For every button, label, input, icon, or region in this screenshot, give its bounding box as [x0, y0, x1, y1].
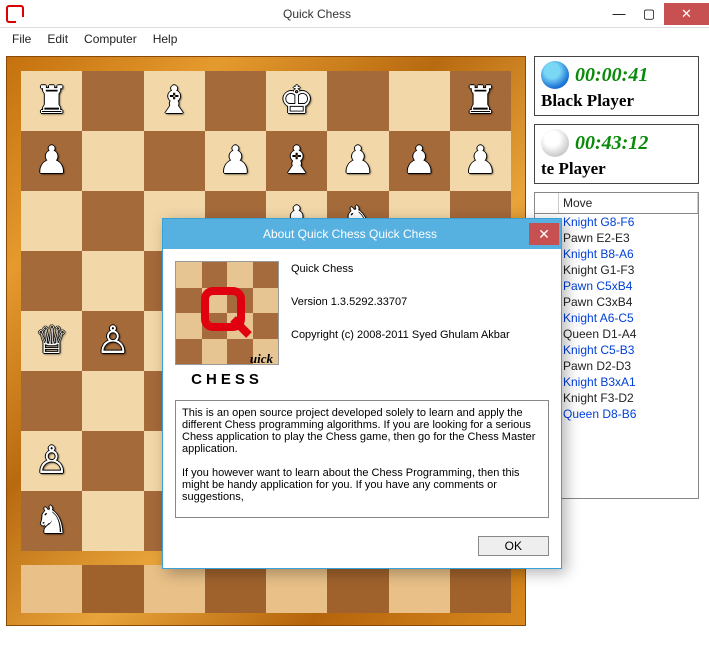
dialog-close-button[interactable]: ✕ [529, 223, 559, 245]
move-text: Knight C5-B3 [563, 343, 634, 357]
square-0-6[interactable] [389, 71, 450, 131]
square-0-2[interactable]: ♝ [144, 71, 205, 131]
move-text: Queen D1-A4 [563, 327, 636, 341]
black-player-name: Black Player [541, 91, 692, 111]
square-4-1[interactable]: ♙ [82, 311, 143, 371]
square-1-3[interactable]: ♟ [205, 131, 266, 191]
window-title: Quick Chess [30, 7, 604, 21]
piece[interactable]: ♜ [463, 82, 497, 120]
moves-header-move: Move [559, 193, 698, 213]
square-1-6[interactable]: ♟ [389, 131, 450, 191]
dialog-description[interactable]: This is an open source project developed… [175, 400, 549, 518]
piece[interactable]: ♚ [280, 82, 314, 120]
white-player-icon [541, 129, 569, 157]
white-time: 00:43:12 [575, 132, 648, 155]
minimize-button[interactable]: — [604, 3, 634, 25]
square-2-1[interactable] [82, 191, 143, 251]
square-7-0[interactable]: ♞ [21, 491, 82, 551]
square-3-0[interactable] [21, 251, 82, 311]
white-clock: 00:43:12 te Player [534, 124, 699, 184]
square-0-0[interactable]: ♜ [21, 71, 82, 131]
wood-strip [21, 565, 511, 613]
workspace: ♜♝♚♜♟♟♝♟♟♟♟♞♕♙♙♙♙♘♙♙♙♞♗♔♗♖ 00:00:41 Blac… [0, 50, 709, 650]
dialog-logo: uick CHESS [175, 261, 279, 388]
piece[interactable]: ♙ [35, 442, 69, 480]
dialog-footer: OK [163, 530, 561, 568]
logo-q-icon [175, 261, 279, 365]
window-buttons: — ▢ ✕ [604, 3, 709, 25]
square-1-7[interactable]: ♟ [450, 131, 511, 191]
close-button[interactable]: ✕ [664, 3, 709, 25]
app-icon [6, 5, 24, 23]
menu-computer[interactable]: Computer [76, 30, 145, 48]
square-0-3[interactable] [205, 71, 266, 131]
square-5-1[interactable] [82, 371, 143, 431]
dialog-copyright: Copyright (c) 2008-2011 Syed Ghulam Akba… [291, 327, 549, 344]
piece[interactable]: ♝ [280, 142, 314, 180]
square-1-0[interactable]: ♟ [21, 131, 82, 191]
move-text: Knight A6-C5 [563, 311, 634, 325]
maximize-button[interactable]: ▢ [634, 3, 664, 25]
piece[interactable]: ♝ [157, 82, 191, 120]
move-text: Knight G8-F6 [563, 215, 634, 229]
piece[interactable]: ♞ [35, 502, 69, 540]
square-3-1[interactable] [82, 251, 143, 311]
move-text: Pawn C5xB4 [563, 279, 632, 293]
window-titlebar: Quick Chess — ▢ ✕ [0, 0, 709, 28]
black-clock: 00:00:41 Black Player [534, 56, 699, 116]
move-text: Pawn C3xB4 [563, 295, 632, 309]
square-5-0[interactable] [21, 371, 82, 431]
about-dialog: About Quick Chess Quick Chess ✕ uick CHE… [162, 218, 562, 569]
menu-help[interactable]: Help [145, 30, 186, 48]
dialog-desc-p1: This is an open source project developed… [182, 407, 542, 455]
white-player-name: te Player [541, 159, 692, 179]
move-text: Queen D8-B6 [563, 407, 636, 421]
piece[interactable]: ♟ [35, 142, 69, 180]
square-6-1[interactable] [82, 431, 143, 491]
dialog-info: Quick Chess Version 1.3.5292.33707 Copyr… [291, 261, 549, 388]
menu-bar: File Edit Computer Help [0, 28, 709, 50]
square-0-4[interactable]: ♚ [266, 71, 327, 131]
menu-edit[interactable]: Edit [39, 30, 76, 48]
moves-header-num [535, 193, 559, 213]
move-text: Pawn E2-E3 [563, 231, 630, 245]
piece[interactable]: ♙ [96, 322, 130, 360]
square-1-4[interactable]: ♝ [266, 131, 327, 191]
square-7-1[interactable] [82, 491, 143, 551]
dialog-title: About Quick Chess Quick Chess [171, 227, 529, 241]
black-player-icon [541, 61, 569, 89]
logo-text-1: uick [169, 351, 273, 367]
piece[interactable]: ♟ [402, 142, 436, 180]
dialog-app-name: Quick Chess [291, 261, 549, 278]
square-0-7[interactable]: ♜ [450, 71, 511, 131]
square-1-5[interactable]: ♟ [327, 131, 388, 191]
dialog-version: Version 1.3.5292.33707 [291, 294, 549, 311]
piece[interactable]: ♟ [341, 142, 375, 180]
square-1-1[interactable] [82, 131, 143, 191]
square-6-0[interactable]: ♙ [21, 431, 82, 491]
moves-header: Move [534, 192, 699, 214]
move-text: Knight G1-F3 [563, 263, 634, 277]
dialog-body: uick CHESS Quick Chess Version 1.3.5292.… [163, 249, 561, 400]
square-4-0[interactable]: ♕ [21, 311, 82, 371]
piece[interactable]: ♟ [463, 142, 497, 180]
black-time: 00:00:41 [575, 64, 648, 87]
dialog-titlebar[interactable]: About Quick Chess Quick Chess ✕ [163, 219, 561, 249]
piece[interactable]: ♕ [35, 322, 69, 360]
square-0-5[interactable] [327, 71, 388, 131]
square-0-1[interactable] [82, 71, 143, 131]
menu-file[interactable]: File [4, 30, 39, 48]
move-text: Knight B8-A6 [563, 247, 634, 261]
logo-text-2: CHESS [175, 371, 279, 388]
dialog-desc-p2: If you however want to learn about the C… [182, 467, 542, 503]
piece[interactable]: ♟ [218, 142, 252, 180]
square-2-0[interactable] [21, 191, 82, 251]
move-text: Pawn D2-D3 [563, 359, 631, 373]
move-text: Knight B3xA1 [563, 375, 636, 389]
piece[interactable]: ♜ [35, 82, 69, 120]
square-1-2[interactable] [144, 131, 205, 191]
ok-button[interactable]: OK [478, 536, 549, 556]
move-text: Knight F3-D2 [563, 391, 634, 405]
